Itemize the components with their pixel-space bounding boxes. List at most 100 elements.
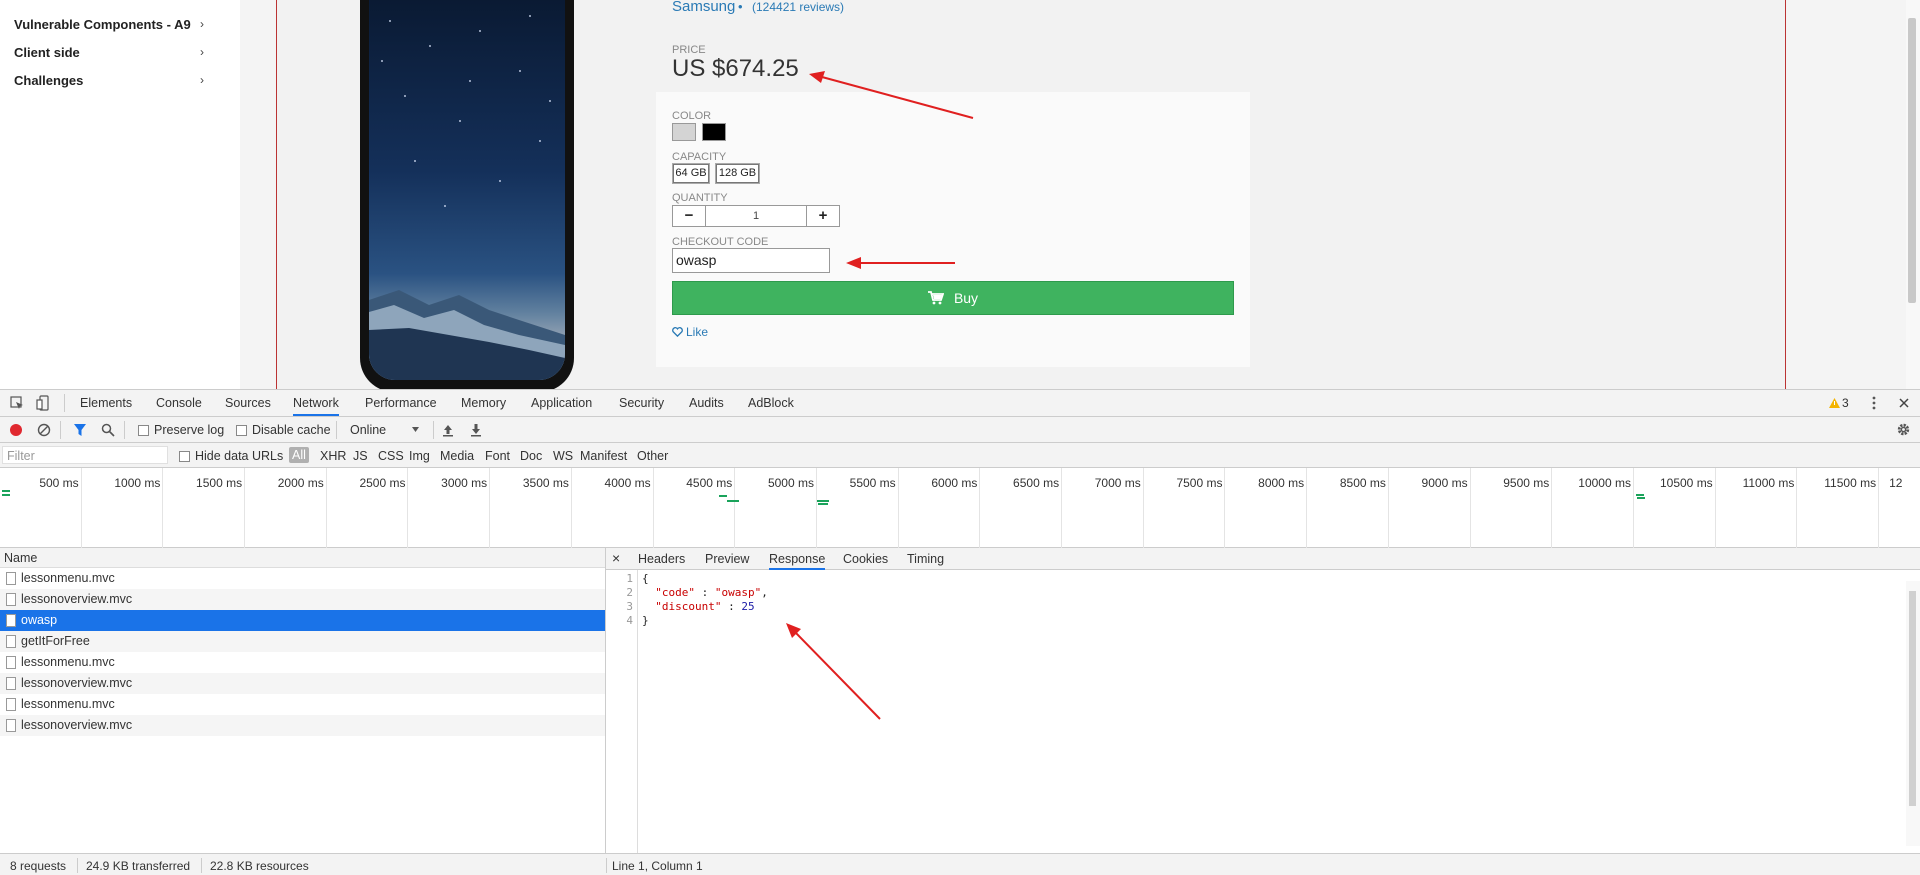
close-devtools-icon[interactable] [1899, 398, 1909, 408]
timeline-tick-label: 7500 ms [1176, 476, 1223, 490]
json-value-code: "owasp" [714, 586, 762, 599]
filter-icon[interactable] [73, 423, 87, 437]
tab-security[interactable]: Security [619, 396, 664, 410]
tab-response[interactable]: Response [769, 552, 826, 570]
request-row[interactable]: lessonmenu.mvc [0, 694, 605, 715]
name-column-label: Name [4, 551, 38, 565]
network-timeline[interactable]: 500 ms 1000 ms 1500 ms 2000 ms 2500 ms 3000 m… [0, 468, 1920, 548]
export-har-icon[interactable] [469, 423, 483, 437]
request-row[interactable]: lessonmenu.mvc [0, 568, 605, 589]
request-row[interactable]: lessonoverview.mvc [0, 589, 605, 610]
tab-headers[interactable]: Headers [638, 552, 685, 566]
timeline-tick-label: 10500 ms [1659, 476, 1713, 490]
request-row[interactable]: getItForFree [0, 631, 605, 652]
type-filter-xhr[interactable]: XHR [320, 449, 346, 463]
type-filter-img[interactable]: Img [409, 449, 430, 463]
tab-console[interactable]: Console [156, 396, 202, 410]
timeline-tick-label: 2000 ms [277, 476, 324, 490]
request-detail-panel: × Headers Preview Response Cookies Timin… [606, 548, 1920, 853]
settings-gear-icon[interactable] [1896, 422, 1911, 437]
disable-cache-toggle[interactable]: Disable cache [236, 423, 331, 437]
more-options-icon[interactable] [1872, 396, 1876, 410]
divider [77, 858, 78, 873]
timeline-tick-label: 12 [1889, 476, 1903, 490]
timeline-tick: 10500 ms [1634, 468, 1716, 548]
timeline-tick: 8500 ms [1307, 468, 1389, 548]
type-filter-css[interactable]: CSS [378, 449, 404, 463]
document-icon [6, 677, 16, 690]
hide-data-urls-toggle[interactable]: Hide data URLs [179, 449, 283, 463]
tab-elements[interactable]: Elements [80, 396, 132, 410]
type-filter-media[interactable]: Media [440, 449, 474, 463]
request-count: 8 requests [10, 859, 67, 873]
record-icon[interactable] [9, 423, 23, 437]
timeline-tick-label: 3000 ms [441, 476, 488, 490]
request-row[interactable]: lessonoverview.mvc [0, 673, 605, 694]
timeline-tick-label: 11500 ms [1824, 476, 1877, 490]
tab-sources[interactable]: Sources [225, 396, 271, 410]
checkbox[interactable] [179, 450, 190, 462]
line-number: 2 [626, 586, 633, 599]
status-bar: 8 requests 24.9 KB transferred 22.8 KB r… [0, 853, 1920, 875]
type-filter-doc[interactable]: Doc [520, 449, 542, 463]
timeline-tick: 7000 ms [1062, 468, 1144, 548]
checkbox[interactable] [138, 424, 149, 436]
code-line: "code" : "owasp", [655, 586, 768, 599]
page: { "sidebar": { "items": [ {"label": "Vul… [0, 0, 1920, 875]
inspect-element-icon[interactable] [10, 396, 24, 410]
response-scrollbar[interactable] [1906, 581, 1920, 846]
type-filter-ws[interactable]: WS [553, 449, 573, 463]
web-page: Vulnerable Components - A9 › Client side… [0, 0, 1920, 389]
timeline-tick-label: 4500 ms [686, 476, 733, 490]
type-filter-manifest[interactable]: Manifest [580, 449, 627, 463]
tab-network[interactable]: Network [293, 396, 339, 416]
tab-performance[interactable]: Performance [365, 396, 437, 410]
throttle-select[interactable]: Online [350, 423, 420, 437]
tab-adblock[interactable]: AdBlock [748, 396, 794, 410]
tab-preview[interactable]: Preview [705, 552, 749, 566]
response-body[interactable]: { "code" : "owasp", "discount" : 25} [642, 570, 768, 628]
timeline-tick-label: 10000 ms [1578, 476, 1631, 490]
clear-icon[interactable] [37, 423, 51, 437]
divider [60, 421, 61, 439]
divider [64, 394, 65, 412]
request-row[interactable]: lessonoverview.mvc [0, 715, 605, 736]
timeline-tick: 1000 ms [82, 468, 164, 548]
timeline-request-bar [817, 500, 829, 502]
tab-application[interactable]: Application [531, 396, 592, 410]
type-filter-js[interactable]: JS [353, 449, 368, 463]
preserve-log-toggle[interactable]: Preserve log [138, 423, 224, 437]
tab-timing[interactable]: Timing [907, 552, 944, 566]
scrollbar-thumb[interactable] [1909, 591, 1916, 806]
timeline-tick-label: 7000 ms [1094, 476, 1141, 490]
tab-cookies[interactable]: Cookies [843, 552, 888, 566]
tab-memory[interactable]: Memory [461, 396, 506, 410]
checkbox[interactable] [236, 424, 247, 436]
close-detail-icon[interactable]: × [612, 550, 620, 566]
request-name: lessonoverview.mvc [21, 676, 133, 690]
json-value-discount: 25 [741, 600, 755, 613]
device-toolbar-icon[interactable] [36, 395, 50, 411]
warnings-counter[interactable]: 3 [1829, 396, 1849, 410]
request-row[interactable]: lessonmenu.mvc [0, 652, 605, 673]
warning-icon [1829, 398, 1840, 408]
filter-input[interactable]: Filter [2, 446, 168, 464]
name-column-header[interactable]: Name [0, 548, 605, 568]
request-row[interactable]: owasp [0, 610, 605, 631]
import-har-icon[interactable] [441, 423, 455, 437]
type-filter-other[interactable]: Other [637, 449, 668, 463]
tab-audits[interactable]: Audits [689, 396, 724, 410]
timeline-tick: 3500 ms [490, 468, 572, 548]
type-filter-font[interactable]: Font [485, 449, 510, 463]
divider [606, 858, 607, 873]
filter-bar: Filter Hide data URLs All XHR JS CSS Img… [0, 443, 1920, 468]
search-icon[interactable] [101, 423, 115, 437]
type-filter-all[interactable]: All [289, 447, 309, 463]
timeline-tick: 11500 ms [1797, 468, 1880, 548]
code-line: "discount" : 25 [655, 600, 755, 613]
request-name: lessonmenu.mvc [21, 571, 115, 585]
timeline-tick-label: 4000 ms [604, 476, 651, 490]
annotation-arrows [809, 71, 974, 269]
devtools-tab-bar: Elements Console Sources Network Perform… [0, 390, 1920, 417]
hide-data-urls-label: Hide data URLs [195, 449, 284, 463]
